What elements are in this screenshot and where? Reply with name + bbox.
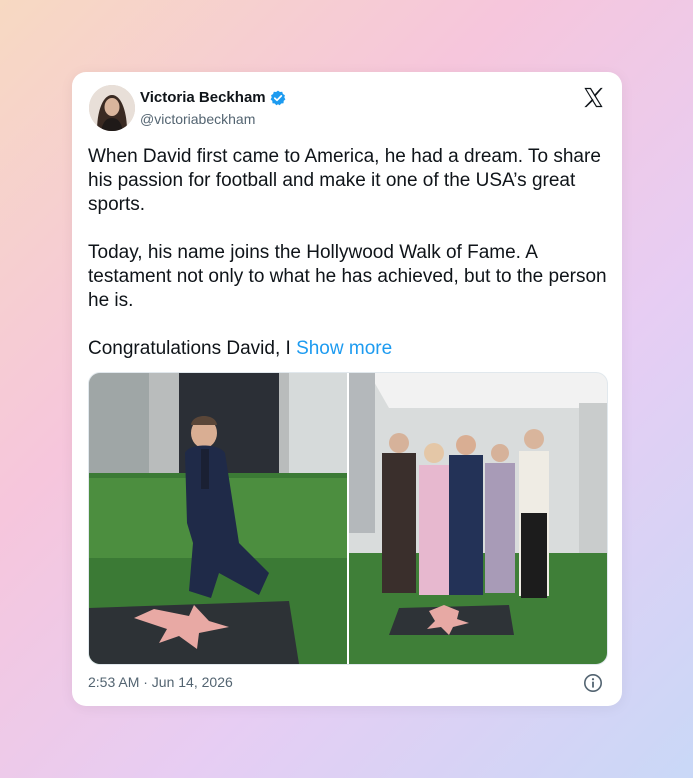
author-display-name[interactable]: Victoria Beckham — [140, 89, 266, 106]
tweet-paragraph: When David first came to America, he had… — [88, 146, 601, 215]
tweet-text: When David first came to America, he had… — [88, 145, 608, 361]
x-logo-icon[interactable] — [582, 86, 605, 109]
author-handle[interactable]: @victoriabeckham — [140, 111, 255, 127]
show-more-link[interactable]: Show more — [296, 338, 392, 359]
tweet-paragraph-truncated: Congratulations David, I Show more — [88, 337, 608, 361]
tweet-paragraph: Today, his name joins the Hollywood Walk… — [88, 242, 607, 311]
tweet-media — [88, 372, 608, 665]
walk-of-fame-family-photo[interactable] — [349, 373, 607, 664]
verified-badge-icon — [270, 90, 286, 106]
tweet-card: Victoria Beckham @victoriabeckham When D… — [72, 72, 622, 706]
author-avatar[interactable] — [89, 85, 135, 131]
tweet-last-line: Congratulations David, I — [88, 338, 291, 359]
walk-of-fame-kneeling-photo[interactable] — [89, 373, 347, 664]
tweet-timestamp[interactable]: 2:53 AM · Jun 14, 2026 — [88, 674, 233, 690]
info-icon[interactable] — [583, 673, 603, 693]
author-name-row: Victoria Beckham — [140, 89, 286, 106]
